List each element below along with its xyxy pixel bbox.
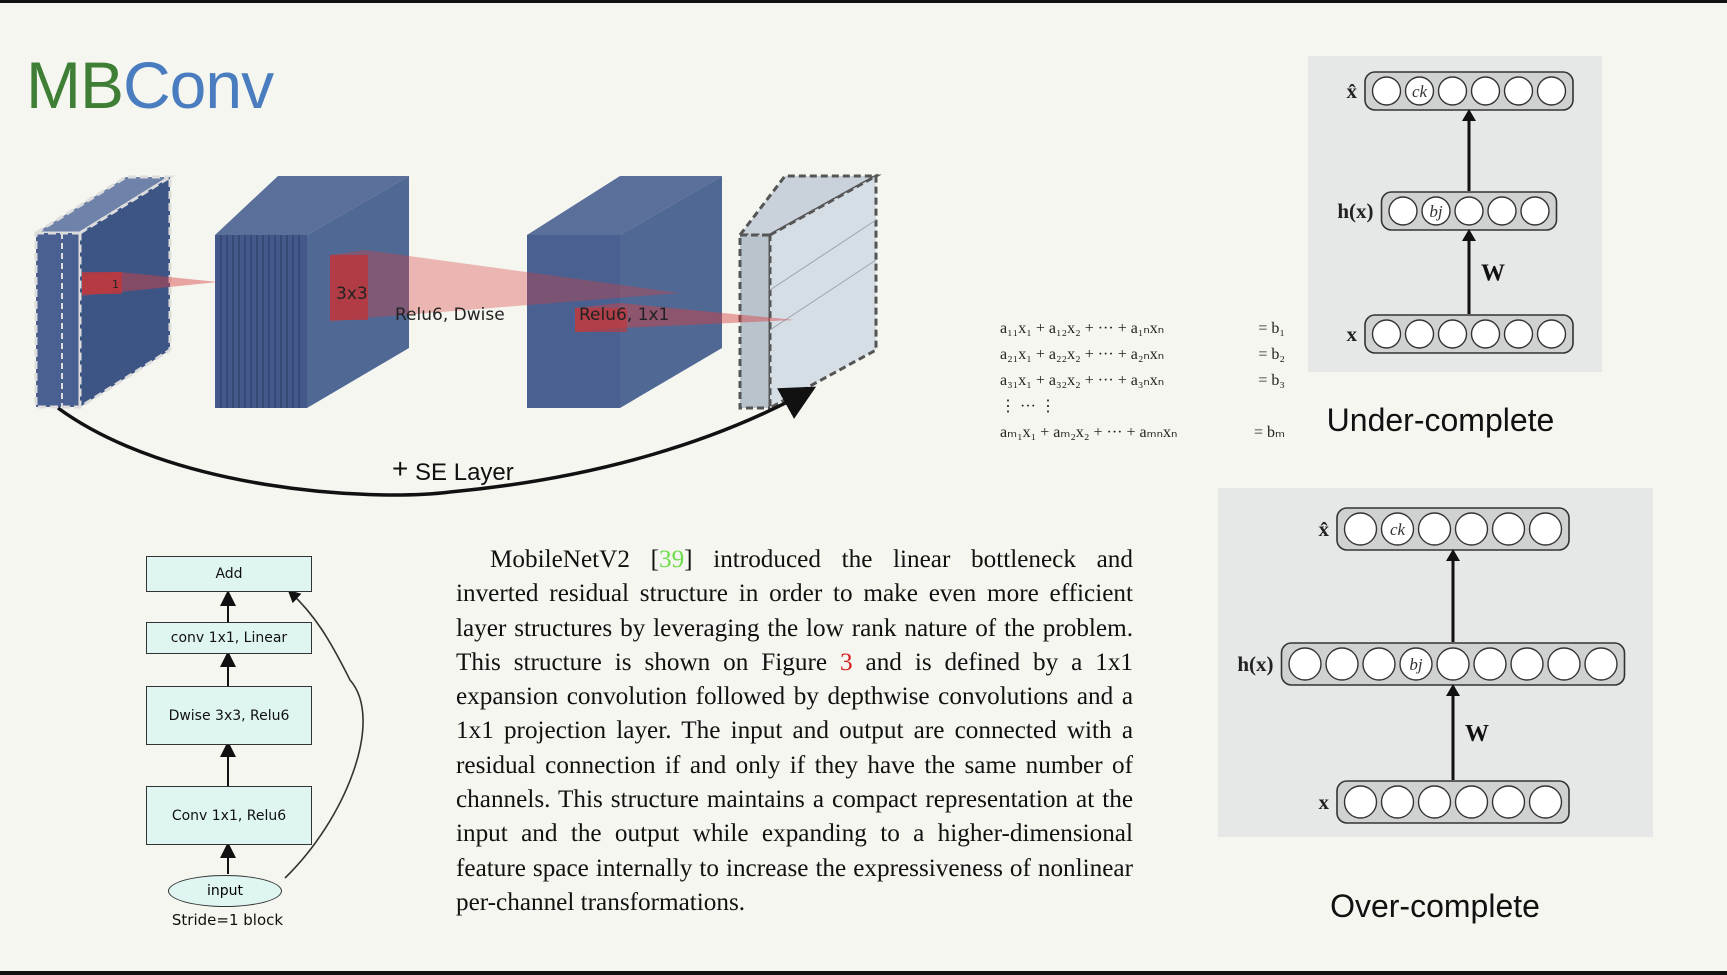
- output-layer-unit: [1343, 512, 1378, 546]
- output-layer-unit: [1528, 512, 1563, 546]
- undercomplete-caption: Under-complete: [1326, 402, 1555, 438]
- weight-label: W: [1465, 721, 1489, 747]
- flow-caption: Stride=1 block: [171, 911, 284, 929]
- input-layer-unit: [1404, 319, 1435, 349]
- output-layer-unit: [1536, 76, 1567, 106]
- bottom-border: [0, 971, 1727, 975]
- flow-input-node: input: [168, 875, 282, 907]
- output-layer-unit: [1371, 76, 1402, 106]
- se-layer-label: + SE Layer: [392, 453, 514, 487]
- hidden-layer-unit: [1547, 647, 1581, 681]
- output-layer-label: x̂: [1347, 79, 1358, 103]
- se-layer-text: SE Layer: [415, 459, 514, 486]
- citation-link[interactable]: 39: [659, 546, 684, 573]
- encoder-arrowhead: [1462, 229, 1476, 241]
- hidden-layer-label: h(x): [1337, 199, 1373, 223]
- slide-title: MBConv: [26, 40, 274, 130]
- hidden-layer-label: h(x): [1237, 652, 1273, 676]
- op-label-dwise: Relu6, Dwise: [395, 305, 505, 325]
- top-border: [0, 0, 1727, 3]
- figure-link[interactable]: 3: [840, 649, 853, 676]
- input-layer-label: x: [1347, 322, 1358, 346]
- input-layer-unit: [1371, 319, 1402, 349]
- input-layer-unit: [1437, 319, 1468, 349]
- hidden-layer-unit: [1388, 196, 1418, 226]
- input-layer-unit: [1503, 319, 1534, 349]
- output-layer-unit: [1437, 76, 1468, 106]
- undercomplete-panel: ck x̂ bj h(x) x W: [1308, 56, 1602, 372]
- flow-dwise-node: Dwise 3x3, Relu6: [146, 686, 312, 745]
- output-feature-map: [736, 173, 882, 411]
- input-layer-unit: [1470, 319, 1501, 349]
- output-layer-unit: [1470, 76, 1501, 106]
- kernel-label-1x1: 1: [112, 278, 119, 291]
- hidden-layer-unit: [1584, 647, 1618, 681]
- input-layer-unit: [1343, 785, 1378, 819]
- decoder-arrowhead: [1462, 109, 1476, 121]
- input-layer-unit: [1528, 785, 1563, 819]
- overcomplete-caption: Over-complete: [1330, 888, 1540, 924]
- flow-conv-relu-node: Conv 1x1, Relu6: [146, 786, 312, 845]
- plus-icon: +: [392, 453, 409, 484]
- hidden-layer-unit: [1487, 196, 1517, 226]
- overcomplete-panel: ck x̂ bj h(x) x W: [1218, 488, 1653, 837]
- op-label-pointwise: Relu6, 1x1: [579, 305, 670, 325]
- paper-paragraph: MobileNetV2 [39] introduced the linear b…: [456, 546, 1134, 916]
- title-part-mb: MB: [26, 48, 124, 122]
- input-layer-unit: [1380, 785, 1415, 819]
- flow-conv-linear-node: conv 1x1, Linear: [146, 622, 312, 654]
- hidden-layer-unit: [1325, 647, 1359, 681]
- hidden-layer-unit: [1288, 647, 1322, 681]
- output-layer-unit-label: ck: [1390, 520, 1406, 539]
- output-layer-label: x̂: [1319, 517, 1330, 541]
- equation-row: aₘ₁x₁ + aₘ₂x₂ + ··· + aₘₙxₙ = bₘ: [1000, 424, 1285, 441]
- hidden-layer-unit-label: bj: [1429, 202, 1443, 221]
- output-layer-unit-label: ck: [1412, 82, 1428, 101]
- hidden-layer-unit: [1473, 647, 1507, 681]
- output-layer-unit: [1491, 512, 1526, 546]
- equation-row: a₃₁x₁ + a₃₂x₂ + ··· + a₃ₙxₙ = b₃: [1000, 372, 1285, 389]
- hidden-layer-unit: [1362, 647, 1396, 681]
- input-layer-unit: [1417, 785, 1452, 819]
- weight-label: W: [1481, 261, 1505, 287]
- input-layer-unit: [1491, 785, 1526, 819]
- undercomplete-autoencoder: ck x̂ bj h(x) x W: [1337, 71, 1574, 354]
- hidden-layer-unit: [1510, 647, 1544, 681]
- overcomplete-autoencoder: ck x̂ bj h(x) x W: [1237, 507, 1626, 824]
- hidden-layer-unit: [1436, 647, 1470, 681]
- output-layer-unit: [1417, 512, 1452, 546]
- equation-row: a₁₁x₁ + a₁₂x₂ + ··· + a₁ₙxₙ = b₁: [1000, 320, 1285, 337]
- hidden-layer-unit: [1520, 196, 1550, 226]
- equation-row: a₂₁x₁ + a₂₂x₂ + ··· + a₂ₙxₙ = b₂: [1000, 346, 1285, 363]
- hidden-layer-unit-label: bj: [1409, 655, 1423, 674]
- input-layer-label: x: [1319, 790, 1330, 814]
- kernel-label-3x3: 3x3: [336, 284, 368, 304]
- input-layer-unit: [1536, 319, 1567, 349]
- hidden-layer-unit: [1454, 196, 1484, 226]
- output-layer-unit: [1454, 512, 1489, 546]
- paper-excerpt: MobileNetV2 [39] introduced the linear b…: [456, 543, 1133, 920]
- flow-add-node: Add: [146, 556, 312, 592]
- title-part-conv: Conv: [123, 48, 274, 122]
- linear-system-equations: a₁₁x₁ + a₁₂x₂ + ··· + a₁ₙxₙ = b₁ a₂₁x₁ + …: [1000, 316, 1285, 446]
- equation-row: ⋮ ··· ⋮: [1000, 398, 1056, 415]
- input-layer-unit: [1454, 785, 1489, 819]
- output-layer-unit: [1503, 76, 1534, 106]
